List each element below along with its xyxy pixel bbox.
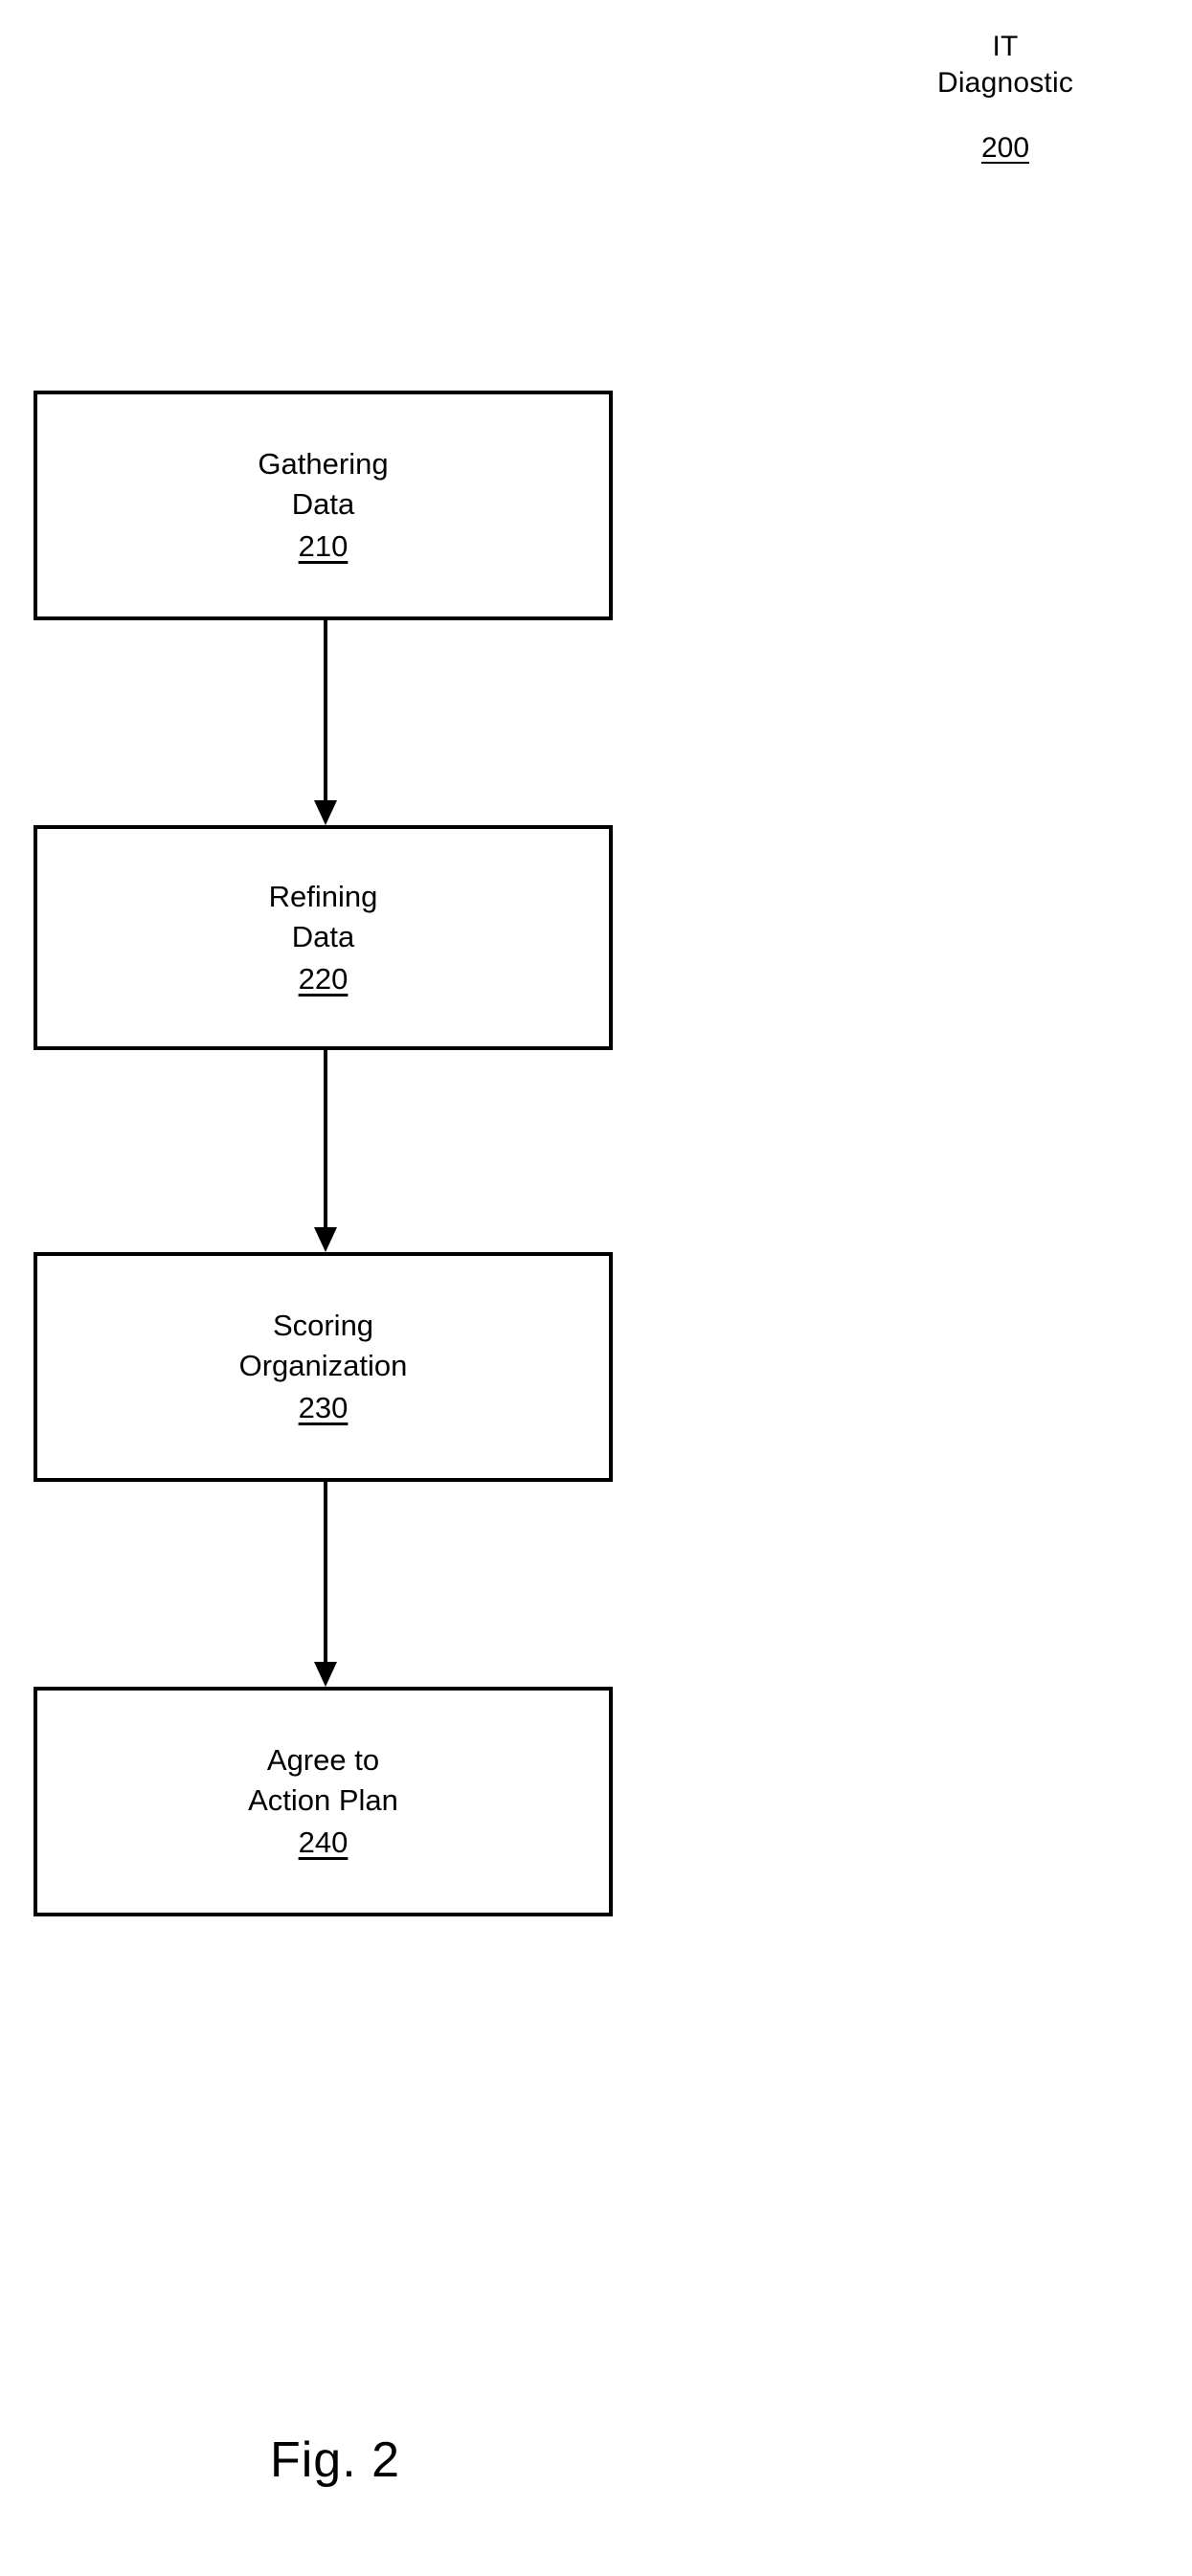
- arrow-230-to-240: [314, 1482, 337, 1687]
- flow-node-reference-220: 220: [298, 961, 349, 996]
- flow-node-label-line-1: Agree to: [266, 1743, 380, 1777]
- flow-node-label-line-1: Scoring: [272, 1309, 374, 1342]
- arrow-head-icon: [314, 1662, 337, 1687]
- arrow-head-icon: [314, 1227, 337, 1252]
- flow-node-reference-230: 230: [298, 1391, 349, 1424]
- arrow-head-icon: [314, 800, 337, 825]
- flow-node-gathering-data: Gathering Data 210: [34, 391, 613, 620]
- arrow-210-to-220: [314, 620, 337, 825]
- arrow-stem: [324, 1482, 327, 1664]
- flow-node-scoring-organization: Scoring Organization 230: [34, 1252, 613, 1482]
- flow-node-agree-to-action-plan: Agree to Action Plan 240: [34, 1687, 613, 1916]
- flow-node-refining-data: Refining Data 220: [34, 825, 613, 1050]
- arrow-stem: [324, 1050, 327, 1229]
- flow-node-label-line-2: Action Plan: [248, 1783, 398, 1817]
- flow-node-label-line-1: Refining: [268, 879, 378, 913]
- flow-node-reference-240: 240: [298, 1826, 349, 1859]
- flowchart: Gathering Data 210 Refining Data 220 Sco…: [0, 0, 1192, 2576]
- flow-node-label-line-2: Data: [291, 487, 355, 521]
- arrow-220-to-230: [314, 1050, 337, 1252]
- flow-node-label-line-2: Organization: [238, 1349, 408, 1382]
- figure-caption: Fig. 2: [269, 2432, 401, 2488]
- flow-node-reference-210: 210: [298, 529, 349, 563]
- arrow-stem: [324, 620, 327, 802]
- flow-node-label-line-2: Data: [291, 919, 355, 953]
- flow-node-label-line-1: Gathering: [258, 447, 389, 481]
